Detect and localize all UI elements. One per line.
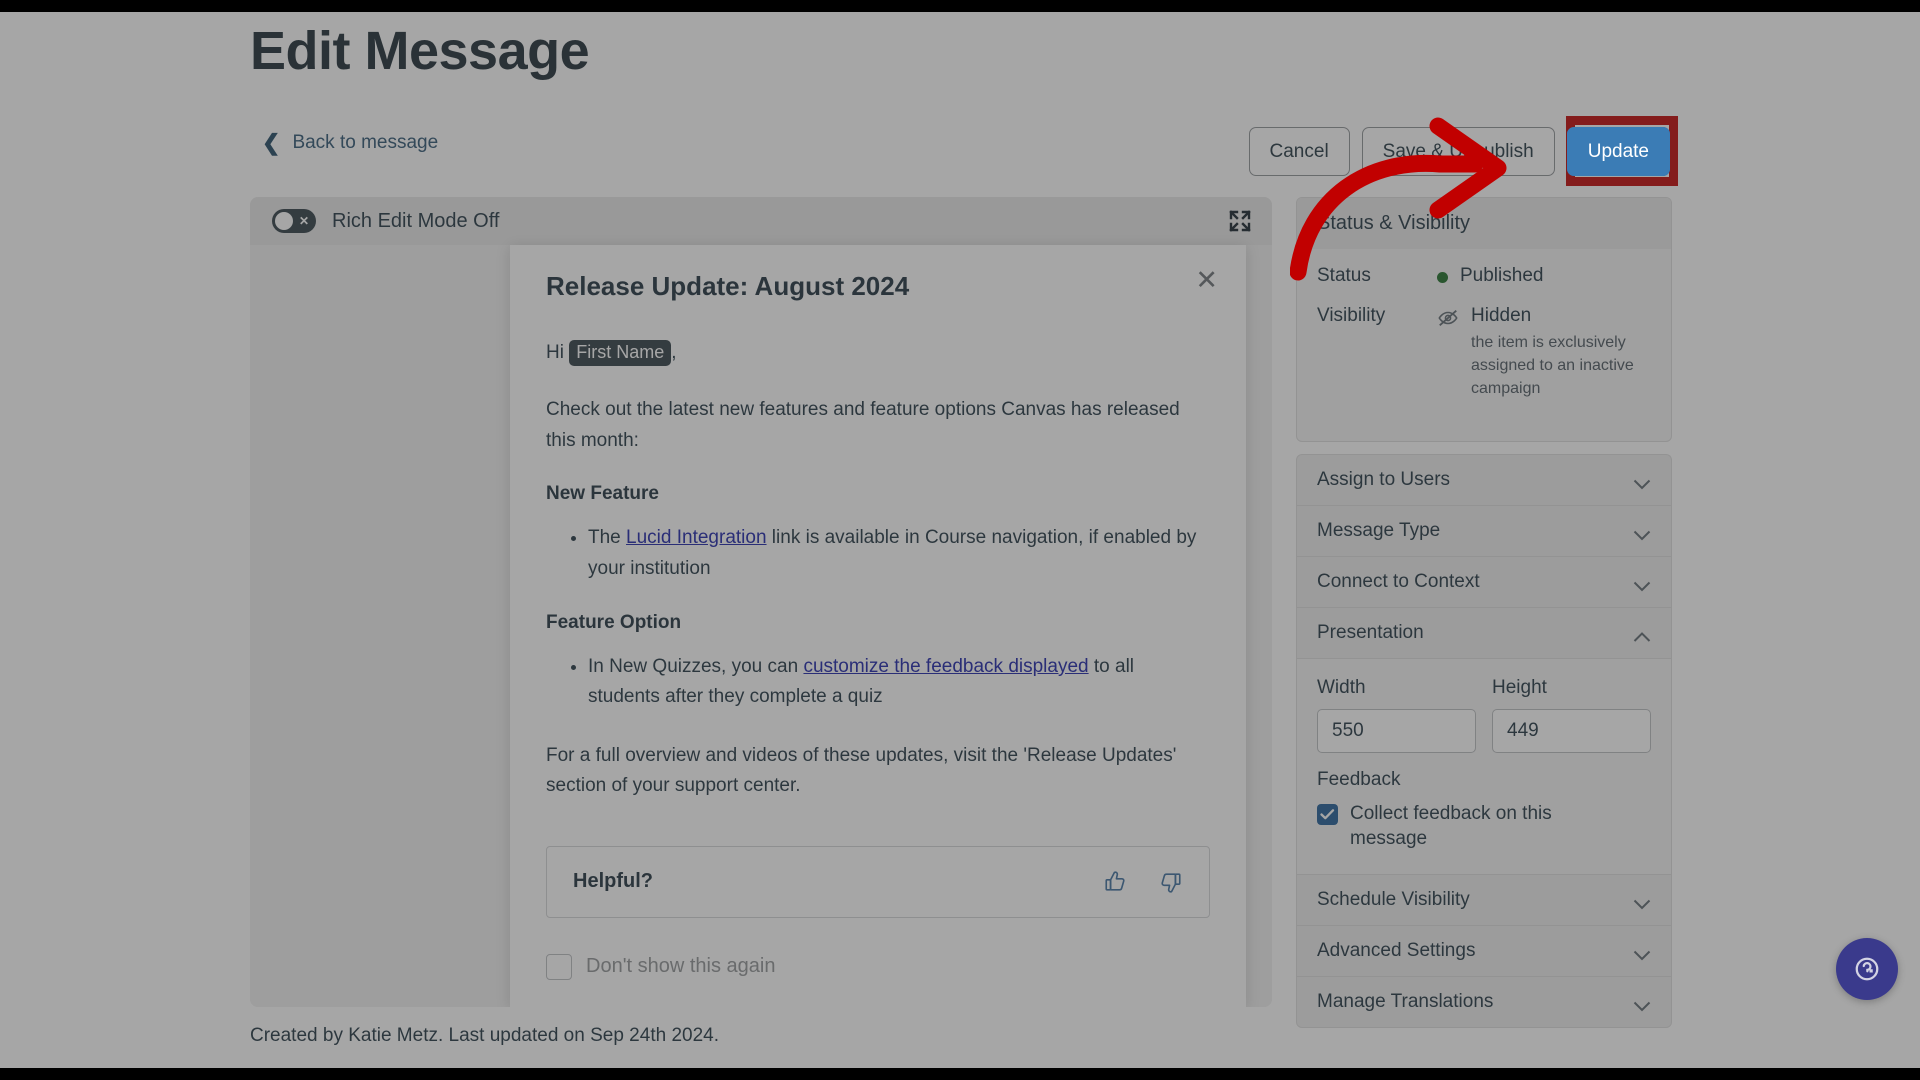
status-badge: Published	[1460, 265, 1544, 286]
settings-sidebar: Status & Visibility Status Published Vis…	[1296, 197, 1672, 1028]
status-dot-icon	[1437, 272, 1448, 283]
collect-feedback-row[interactable]: Collect feedback on this message	[1317, 801, 1651, 852]
list-item: The Lucid Integration link is available …	[588, 523, 1210, 584]
message-editor-panel: ✕ Rich Edit Mode Off Release Update: Aug…	[250, 197, 1272, 1007]
thumbs-up-icon[interactable]	[1103, 869, 1129, 895]
collect-feedback-checkbox[interactable]	[1317, 803, 1338, 825]
accordion-assign-to-users[interactable]: Assign to Users	[1296, 453, 1672, 505]
accordion-label: Connect to Context	[1317, 570, 1480, 592]
update-button-annotated-copy: Cancel Save & Unpublish Update	[1249, 127, 1670, 176]
status-value-group: Published	[1437, 265, 1543, 287]
rich-edit-mode-label: Rich Edit Mode Off	[332, 209, 500, 232]
eye-hidden-icon	[1437, 307, 1459, 329]
lucid-integration-link[interactable]: Lucid Integration	[626, 527, 767, 548]
page-title: Edit Message	[250, 21, 590, 81]
accordion-label: Presentation	[1317, 621, 1424, 643]
status-row: Status Published	[1317, 265, 1651, 287]
accordion-label: Manage Translations	[1317, 990, 1494, 1012]
list-item: In New Quizzes, you can customize the fe…	[588, 652, 1210, 713]
feedback-label: Feedback	[1317, 768, 1401, 790]
section-list-new-feature: The Lucid Integration link is available …	[546, 523, 1210, 584]
message-preview-card: Release Update: August 2024 ✕ Hi First N…	[510, 245, 1246, 1007]
height-input[interactable]	[1492, 708, 1651, 753]
letterbox-top-bar	[0, 0, 1920, 12]
help-chat-button[interactable]	[1836, 938, 1898, 1000]
helpful-feedback-box: Helpful?	[546, 845, 1210, 918]
accordion-label: Advanced Settings	[1317, 939, 1476, 961]
letterbox-bottom-bar	[0, 1068, 1920, 1080]
editor-toolbar: ✕ Rich Edit Mode Off	[250, 197, 1272, 245]
rich-edit-mode-toggle[interactable]: ✕	[272, 209, 316, 233]
accordion-message-type[interactable]: Message Type	[1296, 504, 1672, 556]
accordion-advanced-settings[interactable]: Advanced Settings	[1296, 924, 1672, 976]
first-name-token[interactable]: First Name	[569, 340, 672, 366]
bullet-text-before: The	[588, 527, 627, 549]
section-heading-new-feature: New Feature	[546, 483, 659, 505]
chevron-down-icon	[1633, 945, 1651, 961]
thumbs-down-icon[interactable]	[1157, 869, 1183, 895]
status-visibility-body: Status Published Visibility Hidden the i…	[1297, 249, 1671, 441]
close-icon[interactable]: ✕	[1195, 267, 1218, 294]
height-label: Height	[1492, 676, 1547, 698]
section-heading-feature-option: Feature Option	[546, 611, 682, 633]
helpful-label: Helpful?	[573, 870, 653, 893]
screenshot-root: Edit Message ❮ Back to message Cancel Sa…	[0, 0, 1920, 1080]
bullet-text-before: In New Quizzes, you can	[588, 655, 804, 677]
dont-show-again-checkbox[interactable]	[546, 953, 572, 980]
accordion-connect-to-context[interactable]: Connect to Context	[1296, 555, 1672, 607]
message-outro: For a full overview and videos of these …	[546, 744, 1177, 797]
status-label: Status	[1317, 265, 1371, 286]
status-visibility-card: Status & Visibility Status Published Vis…	[1296, 197, 1672, 442]
dont-show-again-label: Don't show this again	[586, 955, 776, 978]
update-button-highlighted[interactable]: Update	[1566, 127, 1670, 176]
accordion-stack-top: Assign to Users Message Type Connect to …	[1296, 453, 1672, 1028]
message-intro: Check out the latest new features and fe…	[546, 399, 1180, 451]
back-to-message-label: Back to message	[292, 132, 439, 153]
chevron-up-icon	[1633, 627, 1651, 642]
accordion-label: Schedule Visibility	[1317, 888, 1470, 910]
accordion-presentation[interactable]: Presentation	[1296, 606, 1672, 658]
toggle-knob	[275, 212, 293, 230]
toggle-off-x-icon: ✕	[298, 214, 309, 228]
width-field-group: Width	[1317, 677, 1476, 753]
width-label: Width	[1317, 676, 1366, 698]
greeting-prefix: Hi	[546, 342, 570, 363]
presentation-panel: Width Height Feedback Collect fe	[1296, 657, 1672, 874]
chevron-down-icon	[1633, 474, 1651, 490]
visibility-value-column: Hidden the item is exclusively assigned …	[1471, 305, 1651, 401]
page-root: Edit Message ❮ Back to message Cancel Sa…	[0, 12, 1920, 1068]
visibility-row: Visibility Hidden the item is exclusivel…	[1317, 305, 1651, 401]
accordion-label: Message Type	[1317, 519, 1441, 541]
accordion-manage-translations[interactable]: Manage Translations	[1296, 975, 1672, 1028]
greeting-suffix: ,	[671, 342, 677, 363]
dimension-fields: Width Height	[1317, 677, 1651, 753]
visibility-label: Visibility	[1317, 305, 1386, 326]
customize-feedback-link[interactable]: customize the feedback displayed	[803, 656, 1088, 677]
visibility-note: the item is exclusively assigned to an i…	[1471, 334, 1634, 398]
message-greeting: Hi First Name,	[546, 338, 1210, 368]
visibility-badge: Hidden	[1471, 305, 1532, 326]
created-updated-meta: Created by Katie Metz. Last updated on S…	[250, 1025, 719, 1046]
chevron-down-icon	[1633, 576, 1651, 592]
helpful-icon-group	[1103, 869, 1183, 895]
chevron-left-icon: ❮	[262, 130, 281, 155]
accordion-schedule-visibility[interactable]: Schedule Visibility	[1296, 873, 1672, 925]
dont-show-again-row[interactable]: Don't show this again	[546, 953, 1210, 980]
status-visibility-heading: Status & Visibility	[1297, 198, 1671, 249]
section-list-feature-option: In New Quizzes, you can customize the fe…	[546, 652, 1210, 713]
back-to-message-link[interactable]: ❮ Back to message	[262, 132, 438, 154]
collect-feedback-label: Collect feedback on this message	[1350, 802, 1552, 850]
width-input[interactable]	[1317, 708, 1476, 753]
accordion-label: Assign to Users	[1317, 468, 1451, 490]
chevron-down-icon	[1633, 894, 1651, 910]
height-field-group: Height	[1492, 677, 1651, 753]
chevron-down-icon	[1633, 996, 1651, 1012]
message-title: Release Update: August 2024	[546, 271, 910, 301]
expand-icon[interactable]	[1228, 209, 1252, 233]
editor-body: Release Update: August 2024 ✕ Hi First N…	[250, 245, 1272, 1007]
chevron-down-icon	[1633, 525, 1651, 541]
visibility-value-group: Hidden the item is exclusively assigned …	[1437, 305, 1651, 401]
